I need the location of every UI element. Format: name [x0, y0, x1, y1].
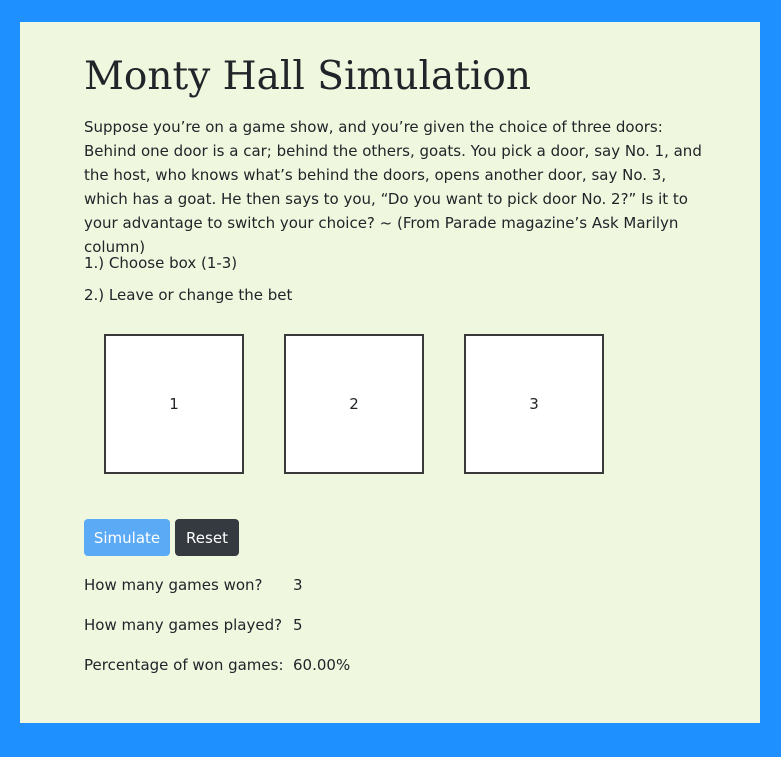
instruction-step-1: 1.) Choose box (1-3): [84, 254, 238, 272]
door-box-label: 2: [349, 395, 359, 413]
games-won-value: 3: [293, 576, 303, 594]
games-won-label: How many games won?: [84, 576, 263, 594]
door-box-1[interactable]: 1: [104, 334, 244, 474]
games-played-label: How many games played?: [84, 616, 283, 634]
main-panel: Monty Hall Simulation Suppose you’re on …: [20, 22, 760, 723]
door-box-label: 3: [529, 395, 539, 413]
intro-paragraph: Suppose you’re on a game show, and you’r…: [84, 118, 702, 256]
door-box-label: 1: [169, 395, 179, 413]
win-percentage-value: 60.00%: [293, 656, 351, 674]
simulate-button[interactable]: Simulate: [84, 519, 170, 556]
reset-button[interactable]: Reset: [175, 519, 239, 556]
instruction-step-2: 2.) Leave or change the bet: [84, 286, 293, 304]
door-box-3[interactable]: 3: [464, 334, 604, 474]
page-title: Monty Hall Simulation: [84, 54, 531, 99]
win-percentage-label: Percentage of won games:: [84, 656, 284, 674]
door-box-2[interactable]: 2: [284, 334, 424, 474]
games-played-value: 5: [293, 616, 303, 634]
